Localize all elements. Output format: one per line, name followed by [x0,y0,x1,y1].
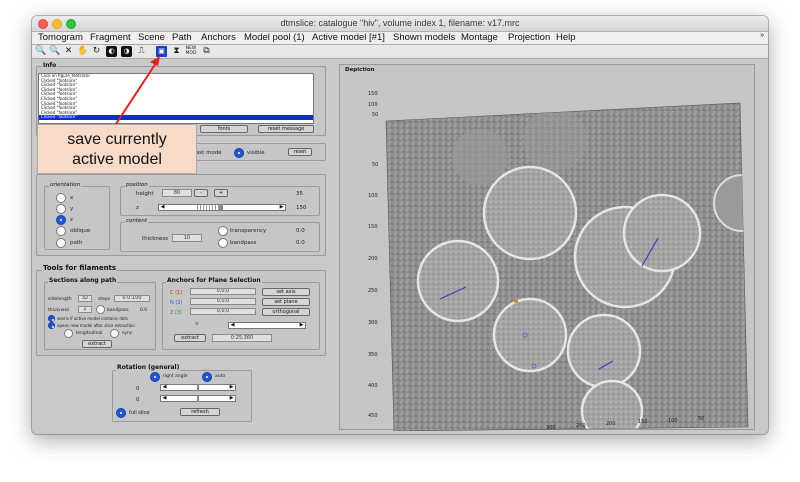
annotation-arrow-head [150,56,160,66]
annotation-arrow-layer [115,56,160,125]
annotation-arrow [115,59,159,125]
